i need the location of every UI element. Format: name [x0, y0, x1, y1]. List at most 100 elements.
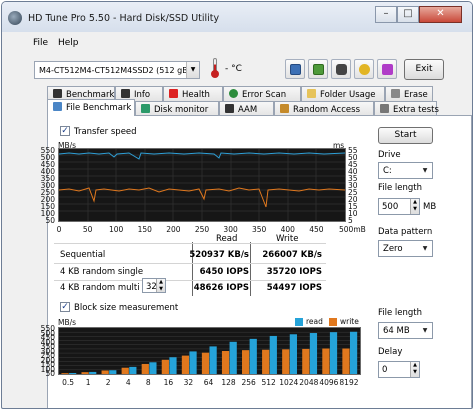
4kb-single-write-value: 35720 IOPS: [266, 267, 322, 277]
write-bar-1: [81, 372, 89, 374]
write-bar-0.5: [61, 373, 69, 374]
block-y-unit: MB/s: [58, 318, 77, 327]
list-icon: [380, 104, 389, 113]
read-bar-4: [129, 366, 137, 374]
transfer-x-tick: 350: [252, 225, 267, 234]
transfer-x-tick: 500mB: [339, 225, 366, 234]
screenshot-button[interactable]: [331, 59, 351, 79]
read-bar-4096: [329, 332, 338, 374]
result-row-4kb-single: 4 KB random single 6450 IOPS 35720 IOPS: [60, 267, 322, 277]
thermometer-icon: [211, 58, 219, 78]
app-window: HD Tune Pro 5.50 - Hard Disk/SSD Utility…: [1, 1, 473, 409]
chevron-down-icon: ▼: [422, 327, 428, 334]
tab-erase[interactable]: Erase: [385, 86, 433, 101]
write-bar-1024: [282, 349, 290, 374]
menu-bar: File Help: [2, 34, 472, 52]
block-file-length-combo[interactable]: 64 MB ▼: [378, 322, 433, 339]
folder-icon: [307, 89, 316, 98]
transfer-x-tick: 150: [137, 225, 152, 234]
tab-aam[interactable]: AAM: [219, 101, 274, 116]
write-bar-512: [262, 349, 270, 374]
options-button[interactable]: [354, 59, 374, 79]
chevron-down-icon: ▼: [422, 167, 428, 174]
write-bar-128: [221, 351, 230, 374]
drive-combo[interactable]: C: ▼: [378, 162, 433, 179]
file-icon: [53, 102, 62, 111]
menu-help[interactable]: Help: [58, 38, 79, 48]
file-length-spinner[interactable]: 500 ▲ ▼: [378, 198, 420, 215]
copy-results-button[interactable]: [308, 59, 328, 79]
result-row-sequential: Sequential 520937 KB/s 266007 KB/s: [60, 250, 322, 260]
write-bar-4096: [322, 348, 330, 374]
transfer-x-tick: 300: [223, 225, 238, 234]
exit-button[interactable]: Exit: [404, 59, 444, 80]
start-button[interactable]: Start: [378, 127, 433, 144]
tab-file-benchmark[interactable]: File Benchmark: [47, 99, 135, 116]
transfer-x-tick: 200: [166, 225, 181, 234]
close-button[interactable]: ✕: [419, 6, 462, 23]
drive-select-value: M4-CT512M4-CT512M4SSD2 (512 gB): [39, 66, 191, 75]
transfer-x-tick: 250: [194, 225, 210, 234]
transfer-y2-tick: 5: [348, 216, 353, 225]
sequential-read-value: 520937 KB/s: [189, 250, 249, 260]
clipboard-icon: [313, 64, 324, 75]
tab-health[interactable]: Health: [163, 86, 223, 101]
delay-label: Delay: [378, 347, 403, 357]
read-bar-8192: [349, 331, 358, 374]
queue-depth-spinner[interactable]: 32 ▲ ▼: [142, 278, 166, 293]
chevron-down-icon: ▼: [186, 62, 199, 78]
write-bar-4: [121, 367, 129, 374]
result-row-4kb-multi: 4 KB random multi 48626 IOPS 54497 IOPS: [60, 283, 322, 293]
read-bar-128: [229, 341, 237, 374]
legend-write-swatch: [329, 318, 337, 326]
data-pattern-label: Data pattern: [378, 227, 433, 237]
gauge-icon: [53, 89, 62, 98]
spinner-arrows-icon: ▲ ▼: [156, 279, 165, 292]
transfer-y-tick: 50: [45, 216, 55, 225]
camera-icon: [336, 64, 347, 75]
block-chart-svg: [59, 331, 360, 374]
tools-icon: [359, 64, 370, 75]
tab-error-scan[interactable]: Error Scan: [223, 86, 301, 101]
tab-random-access[interactable]: Random Access: [274, 101, 374, 116]
transfer-x-tick: 450: [309, 225, 324, 234]
copy-icon: [290, 64, 301, 75]
tab-disk-monitor[interactable]: Disk monitor: [135, 101, 219, 116]
speaker-icon: [225, 104, 234, 113]
drive-select[interactable]: M4-CT512M4-CT512M4SSD2 (512 gB) ▼: [34, 61, 200, 79]
sequential-write-value: 266007 KB/s: [262, 250, 322, 260]
read-bar-32: [189, 351, 197, 374]
magnifier-icon: [229, 89, 238, 98]
maximize-button[interactable]: □: [397, 6, 419, 23]
save-button[interactable]: [377, 59, 397, 79]
transfer-x-tick: 50: [82, 225, 93, 234]
file-length-label: File length: [378, 183, 423, 193]
read-bar-1024: [289, 334, 297, 374]
minimize-button[interactable]: –: [375, 6, 397, 23]
read-bar-8: [149, 362, 157, 374]
download-icon: [382, 64, 393, 75]
legend-read-swatch: [295, 318, 303, 326]
transfer-speed-graph: [58, 148, 346, 222]
read-bar-64: [209, 346, 217, 374]
read-bar-256: [249, 338, 257, 374]
erase-icon: [391, 89, 400, 98]
write-bar-64: [201, 352, 210, 374]
data-pattern-combo[interactable]: Zero ▼: [378, 240, 433, 257]
menu-file[interactable]: File: [33, 38, 48, 48]
block-size-graph: [58, 327, 361, 375]
read-bar-2: [109, 370, 117, 374]
4kb-multi-write-value: 54497 IOPS: [266, 283, 322, 293]
copy-info-button[interactable]: [285, 59, 305, 79]
tab-extra-tests[interactable]: Extra tests: [374, 101, 439, 116]
block-x-tick: 8192: [339, 378, 359, 387]
write-bar-8192: [342, 348, 350, 374]
read-bar-512: [269, 335, 277, 374]
transfer-speed-checkbox[interactable]: ✓: [60, 126, 70, 136]
tab-folder-usage[interactable]: Folder Usage: [301, 86, 385, 101]
4kb-multi-read-value: 48626 IOPS: [193, 283, 249, 293]
block-size-checkbox[interactable]: ✓: [60, 302, 70, 312]
delay-spinner[interactable]: 0 ▲ ▼: [378, 361, 420, 378]
spinner-arrows-icon: ▲ ▼: [410, 362, 419, 377]
spinner-arrows-icon: ▲ ▼: [410, 199, 419, 214]
